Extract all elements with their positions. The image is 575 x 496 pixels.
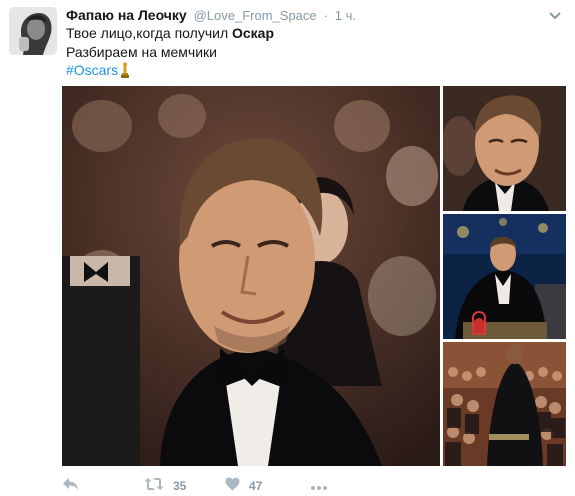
separator-dot: · — [323, 8, 328, 23]
retweet-button[interactable]: 35 — [144, 476, 186, 496]
tweet-text-line-2: Разбираем на мемчики — [66, 43, 217, 60]
reply-button[interactable] — [62, 476, 79, 496]
media-grid — [62, 86, 566, 466]
media-photo-thumb-2[interactable] — [443, 214, 566, 339]
like-count: 47 — [249, 479, 263, 493]
tweet-header: Фапаю на Леочку @Love_From_Space · 1 ч. — [66, 6, 356, 25]
tweet-text: Твое лицо,когда получил Оскар Разбираем … — [66, 24, 274, 83]
tweet-text-bold: Оскар — [232, 25, 275, 41]
caret-down-icon[interactable] — [546, 9, 564, 23]
author-handle[interactable]: @Love_From_Space — [194, 8, 317, 23]
tweet-text-prefix: Твое лицо,когда получил — [66, 25, 232, 41]
tweet-text-line-3: #Oscars — [66, 61, 274, 83]
heart-icon — [225, 477, 240, 496]
avatar[interactable] — [9, 7, 57, 55]
more-button[interactable] — [311, 476, 327, 496]
media-photo-thumb-1[interactable] — [443, 86, 566, 211]
reply-icon — [62, 477, 79, 496]
hashtag-link[interactable]: #Oscars — [66, 62, 118, 78]
media-photo-main[interactable] — [62, 86, 440, 466]
retweet-count: 35 — [173, 479, 187, 493]
retweet-icon — [144, 477, 164, 496]
like-button[interactable]: 47 — [225, 476, 262, 496]
author-name[interactable]: Фапаю на Леочку — [66, 7, 187, 23]
more-icon — [311, 477, 327, 495]
tweet-timestamp[interactable]: 1 ч. — [335, 8, 356, 23]
oscar-trophy-icon — [120, 62, 130, 83]
tweet: Фапаю на Леочку @Love_From_Space · 1 ч. … — [0, 0, 575, 496]
tweet-text-line-1: Твое лицо,когда получил Оскар — [66, 24, 274, 43]
media-photo-thumb-3[interactable] — [443, 342, 566, 466]
